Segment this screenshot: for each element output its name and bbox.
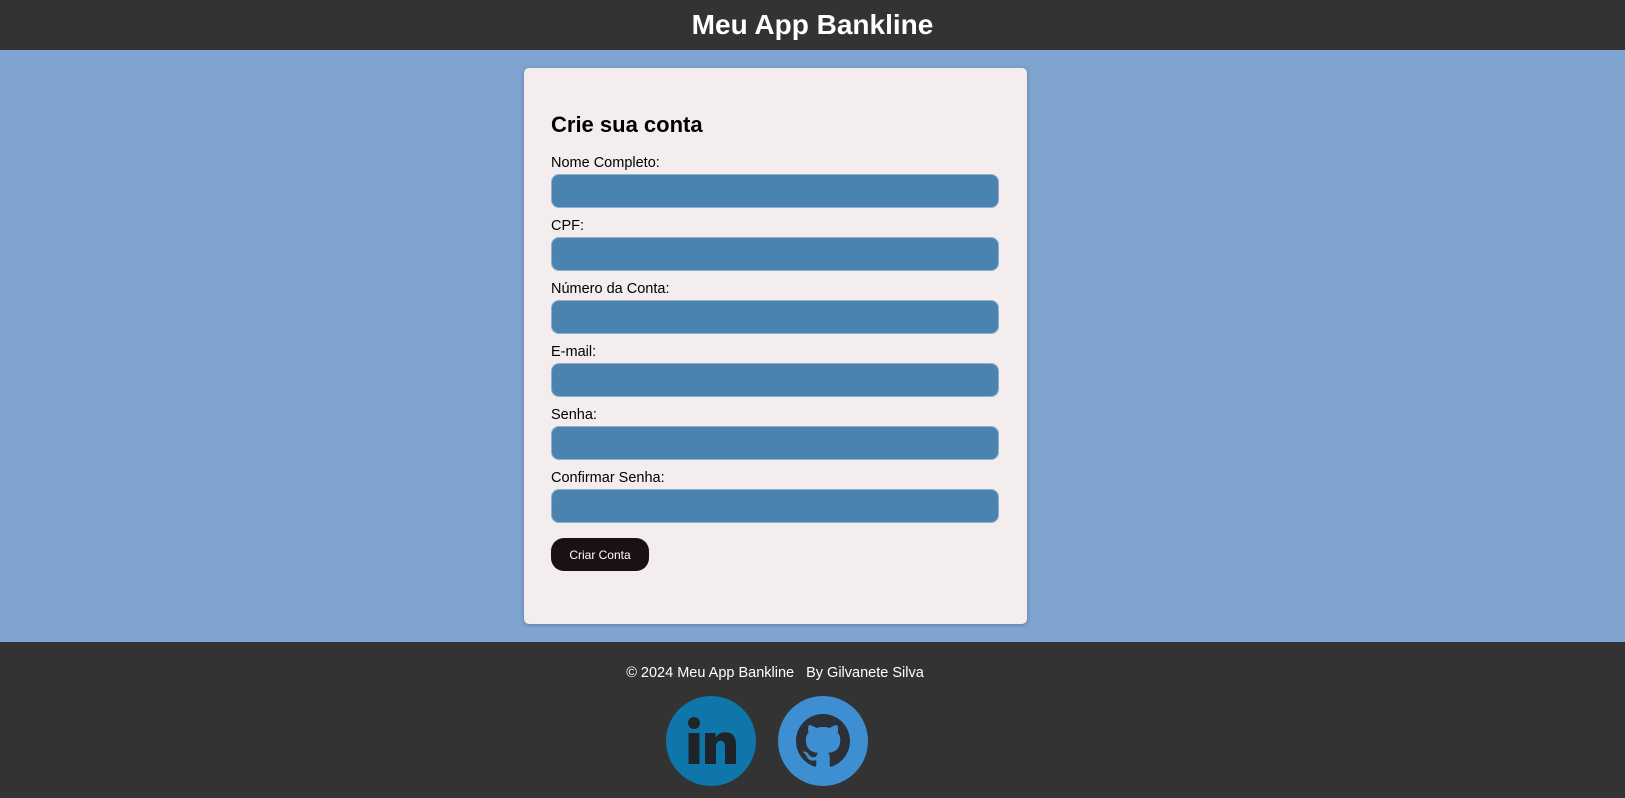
github-link[interactable] [778,696,868,786]
signup-form: Nome Completo: CPF: Número da Conta: E-m… [551,154,1000,571]
confirm-password-input[interactable] [551,489,999,523]
signup-card: Crie sua conta Nome Completo: CPF: Númer… [524,68,1027,624]
linkedin-link[interactable] [666,696,756,786]
full-name-input[interactable] [551,174,999,208]
app-footer: © 2024 Meu App Bankline By Gilvanete Silv… [0,642,1625,798]
confirm-password-label: Confirmar Senha: [551,470,665,486]
email-field-group: E-mail: [551,343,1000,397]
linkedin-icon [688,717,736,764]
account-number-input[interactable] [551,300,999,334]
password-label: Senha: [551,407,597,423]
email-label: E-mail: [551,344,597,360]
full-name-field-group: Nome Completo: [551,154,1000,208]
create-account-button[interactable]: Criar Conta [551,538,649,571]
app-title: Meu App Bankline [691,9,934,40]
account-number-field-group: Número da Conta: [551,280,1000,334]
app-header: Meu App Bankline [0,0,1625,50]
footer-credits: © 2024 Meu App Bankline By Gilvanete Silv… [0,664,1550,682]
copyright-text: © 2024 Meu App Bankline [626,665,795,681]
form-title: Crie sua conta [551,112,703,137]
account-number-label: Número da Conta: [551,281,670,297]
password-field-group: Senha: [551,406,1000,460]
cpf-label: CPF: [551,218,585,234]
full-name-label: Nome Completo: [551,155,660,171]
cpf-input[interactable] [551,237,999,271]
cpf-field-group: CPF: [551,217,1000,271]
password-input[interactable] [551,426,999,460]
github-icon [796,714,850,767]
confirm-password-field-group: Confirmar Senha: [551,469,1000,523]
email-input[interactable] [551,363,999,397]
author-text: By Gilvanete Silva [806,665,924,681]
